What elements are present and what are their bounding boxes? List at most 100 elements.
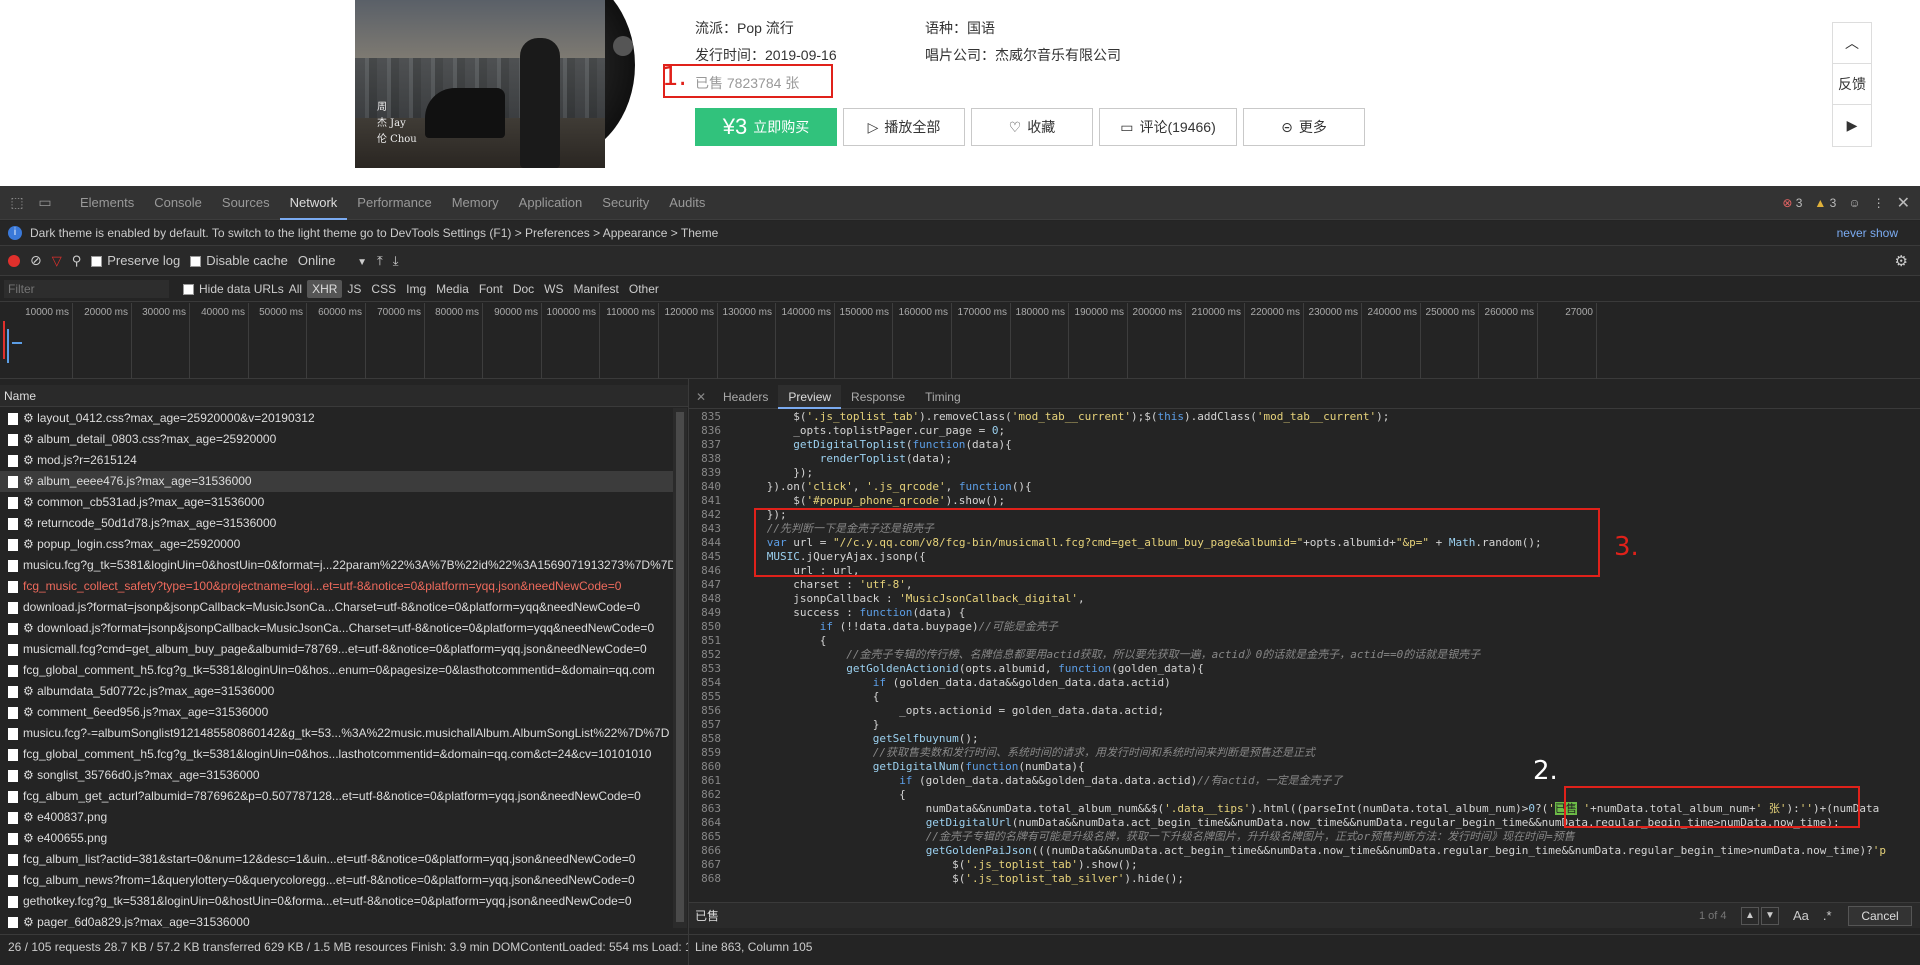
import-har-icon[interactable]: ⤒ <box>377 253 383 269</box>
close-icon[interactable]: ✕ <box>1897 193 1910 213</box>
tab-network[interactable]: Network <box>279 186 348 220</box>
request-row[interactable]: fcg_album_list?actid=381&start=0&num=12&… <box>0 849 673 870</box>
request-row[interactable]: musicu.fcg?-=albumSonglist91214855808601… <box>0 723 673 744</box>
filter-all[interactable]: All <box>284 280 307 298</box>
language-info: 语种：国语 <box>925 18 995 38</box>
more-button[interactable]: ⊝ 更多 <box>1243 108 1365 146</box>
request-name: ⚙ pager_6d0a829.js?max_age=31536000 <box>23 915 250 928</box>
tab-sources[interactable]: Sources <box>212 186 280 220</box>
buy-button[interactable]: ¥3 立即购买 <box>695 108 837 146</box>
request-row[interactable]: musicu.fcg?g_tk=5381&loginUin=0&hostUin=… <box>0 555 673 576</box>
request-row[interactable]: ⚙ download.js?format=jsonp&jsonpCallback… <box>0 618 673 639</box>
tab-response[interactable]: Response <box>841 385 915 409</box>
regex-toggle[interactable]: .* <box>1823 908 1832 923</box>
request-row[interactable]: fcg_global_comment_h5.fcg?g_tk=5381&logi… <box>0 744 673 765</box>
request-row[interactable]: ⚙ popup_login.css?max_age=25920000 <box>0 534 673 555</box>
export-har-icon[interactable]: ⤓ <box>393 253 399 269</box>
find-prev-icon[interactable]: ▲ <box>1741 906 1759 925</box>
kebab-menu-icon[interactable]: ⋮ <box>1873 196 1885 210</box>
filter-ws[interactable]: WS <box>539 280 568 298</box>
filter-doc[interactable]: Doc <box>508 280 539 298</box>
tab-security[interactable]: Security <box>592 186 659 220</box>
play-all-button[interactable]: ▷ 播放全部 <box>843 108 965 146</box>
settings-gear-icon[interactable]: ⚙ <box>1895 252 1908 270</box>
filter-icon[interactable]: ▽ <box>52 253 62 269</box>
filter-font[interactable]: Font <box>474 280 508 298</box>
genre-value[interactable]: Pop 流行 <box>737 20 794 36</box>
match-case-toggle[interactable]: Aa <box>1793 908 1809 923</box>
back-to-top-button[interactable]: ︿ <box>1833 23 1871 64</box>
request-row[interactable]: ⚙ comment_6eed956.js?max_age=31536000 <box>0 702 673 723</box>
filter-css[interactable]: CSS <box>366 280 401 298</box>
name-column-header[interactable]: Name <box>0 385 688 407</box>
tab-preview[interactable]: Preview <box>778 384 842 409</box>
network-timeline[interactable]: 10000 ms 20000 ms 30000 ms 40000 ms 50000 ms… <box>0 303 1920 379</box>
filter-input[interactable] <box>4 279 169 298</box>
line-number: 841 <box>701 494 721 507</box>
line-number: 858 <box>701 732 721 745</box>
clear-icon[interactable]: ⊘ <box>30 252 42 269</box>
search-icon[interactable]: ⚲ <box>72 253 82 269</box>
request-row[interactable]: ⚙ mod.js?r=2615124 <box>0 450 673 471</box>
close-detail-icon[interactable]: ✕ <box>689 390 713 404</box>
filter-other[interactable]: Other <box>624 280 664 298</box>
timeline-tick-label: 80000 ms <box>435 307 479 318</box>
find-cancel-button[interactable]: Cancel <box>1848 905 1912 926</box>
file-icon <box>8 685 18 698</box>
never-show-link[interactable]: never show <box>1837 226 1898 240</box>
request-row[interactable]: ⚙ albumdata_5d0772c.js?max_age=31536000 <box>0 681 673 702</box>
request-row[interactable]: fcg_global_comment_h5.fcg?g_tk=5381&logi… <box>0 660 673 681</box>
tab-application[interactable]: Application <box>509 186 593 220</box>
request-row[interactable]: ⚙ layout_0412.css?max_age=25920000&v=201… <box>0 408 673 429</box>
request-row[interactable]: gethotkey.fcg?g_tk=5381&loginUin=0&hostU… <box>0 891 673 912</box>
disable-cache-checkbox[interactable]: Disable cache <box>190 253 288 268</box>
request-row[interactable]: fcg_album_news?from=1&querylottery=0&que… <box>0 870 673 891</box>
request-row[interactable]: musicmall.fcg?cmd=get_album_buy_page&alb… <box>0 639 673 660</box>
request-row[interactable]: ⚙ e400837.png <box>0 807 673 828</box>
tab-memory[interactable]: Memory <box>442 186 509 220</box>
timeline-tick: 40000 ms <box>201 303 249 379</box>
hide-data-urls-checkbox[interactable]: Hide data URLs <box>183 282 284 296</box>
filter-xhr[interactable]: XHR <box>307 279 343 298</box>
warning-count[interactable]: ▲ 3 <box>1814 196 1836 210</box>
request-row[interactable]: ⚙ album_detail_0803.css?max_age=25920000 <box>0 429 673 450</box>
tab-performance[interactable]: Performance <box>347 186 441 220</box>
favorite-button[interactable]: ♡ 收藏 <box>971 108 1093 146</box>
album-cover[interactable]: 周 杰 Jay 伦 Chou <box>355 0 635 168</box>
record-icon[interactable] <box>8 254 20 267</box>
request-row[interactable]: fcg_music_collect_safety?type=100&projec… <box>0 576 673 597</box>
error-count[interactable]: ⊗ 3 <box>1782 196 1802 210</box>
device-toolbar-icon[interactable]: ▭ <box>34 194 56 211</box>
feedback-button[interactable]: 反馈 <box>1833 64 1871 105</box>
tab-timing[interactable]: Timing <box>915 385 971 409</box>
feedback-smiley-icon[interactable]: ☺ <box>1848 196 1860 210</box>
request-row[interactable]: ⚙ songlist_35766d0.js?max_age=31536000 <box>0 765 673 786</box>
tab-elements[interactable]: Elements <box>70 186 144 220</box>
comment-button[interactable]: ▭ 评论(19466) <box>1099 108 1237 146</box>
find-next-icon[interactable]: ▼ <box>1761 906 1779 925</box>
inspect-icon[interactable]: ⬚ <box>6 194 28 211</box>
video-button[interactable]: ▶ <box>1833 105 1871 146</box>
preserve-log-checkbox[interactable]: Preserve log <box>91 253 180 268</box>
filter-media[interactable]: Media <box>431 280 474 298</box>
request-row[interactable]: fcg_album_get_acturl?albumid=7876962&p=0… <box>0 786 673 807</box>
request-row[interactable]: ⚙ common_cb531ad.js?max_age=31536000 <box>0 492 673 513</box>
filter-manifest[interactable]: Manifest <box>569 280 624 298</box>
tab-audits[interactable]: Audits <box>659 186 715 220</box>
request-list-scrollbar[interactable] <box>673 408 687 928</box>
filter-js[interactable]: JS <box>342 280 366 298</box>
request-row[interactable]: ⚙ pager_6d0a829.js?max_age=31536000 <box>0 912 673 928</box>
request-name: ⚙ returncode_50d1d78.js?max_age=31536000 <box>23 516 277 530</box>
find-input[interactable] <box>689 904 1699 927</box>
request-row[interactable]: ⚙ album_eeee476.js?max_age=31536000 <box>0 471 673 492</box>
company-value[interactable]: 杰威尔音乐有限公司 <box>995 47 1121 63</box>
request-row[interactable]: ⚙ returncode_50d1d78.js?max_age=31536000 <box>0 513 673 534</box>
theme-infobar: i Dark theme is enabled by default. To s… <box>0 221 1920 246</box>
tab-console[interactable]: Console <box>144 186 212 220</box>
throttling-select[interactable]: Online ▼ <box>298 253 367 268</box>
request-row[interactable]: download.js?format=jsonp&jsonpCallback=M… <box>0 597 673 618</box>
network-summary: 26 / 105 requests 28.7 KB / 57.2 KB tran… <box>0 934 688 958</box>
filter-img[interactable]: Img <box>401 280 431 298</box>
tab-headers[interactable]: Headers <box>713 385 778 409</box>
request-row[interactable]: ⚙ e400655.png <box>0 828 673 849</box>
